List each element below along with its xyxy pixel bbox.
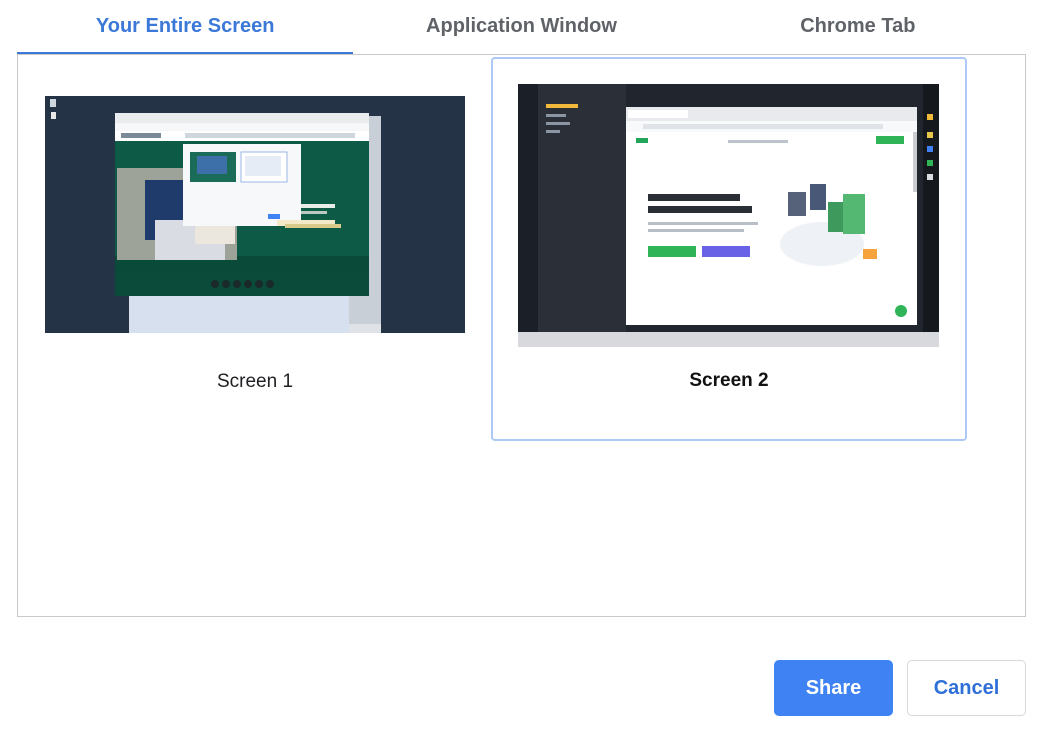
tab-chrome-tab[interactable]: Chrome Tab xyxy=(690,0,1026,54)
cancel-button[interactable]: Cancel xyxy=(907,660,1026,716)
tab-entire-screen[interactable]: Your Entire Screen xyxy=(17,0,354,55)
source-tabs: Your Entire Screen Application Window Ch… xyxy=(17,0,1026,55)
screen-1-preview-image xyxy=(45,96,465,333)
share-button[interactable]: Share xyxy=(774,660,893,716)
tab-application-window[interactable]: Application Window xyxy=(353,0,689,54)
screen-option-1[interactable]: Screen 1 xyxy=(37,88,473,440)
tab-label: Application Window xyxy=(426,15,617,37)
screen-1-label: Screen 1 xyxy=(216,371,294,392)
screen-2-label: Screen 2 xyxy=(689,370,769,391)
screen-option-2[interactable]: Screen 2 xyxy=(491,57,967,441)
screen-picker-panel: Screen 1 Screen 2 xyxy=(17,54,1026,617)
tab-label: Chrome Tab xyxy=(800,15,916,37)
screen-2-preview-image xyxy=(518,84,939,347)
tab-label: Your Entire Screen xyxy=(95,15,275,37)
screen-2-thumbnail xyxy=(518,84,939,347)
screen-1-thumbnail xyxy=(45,96,465,333)
